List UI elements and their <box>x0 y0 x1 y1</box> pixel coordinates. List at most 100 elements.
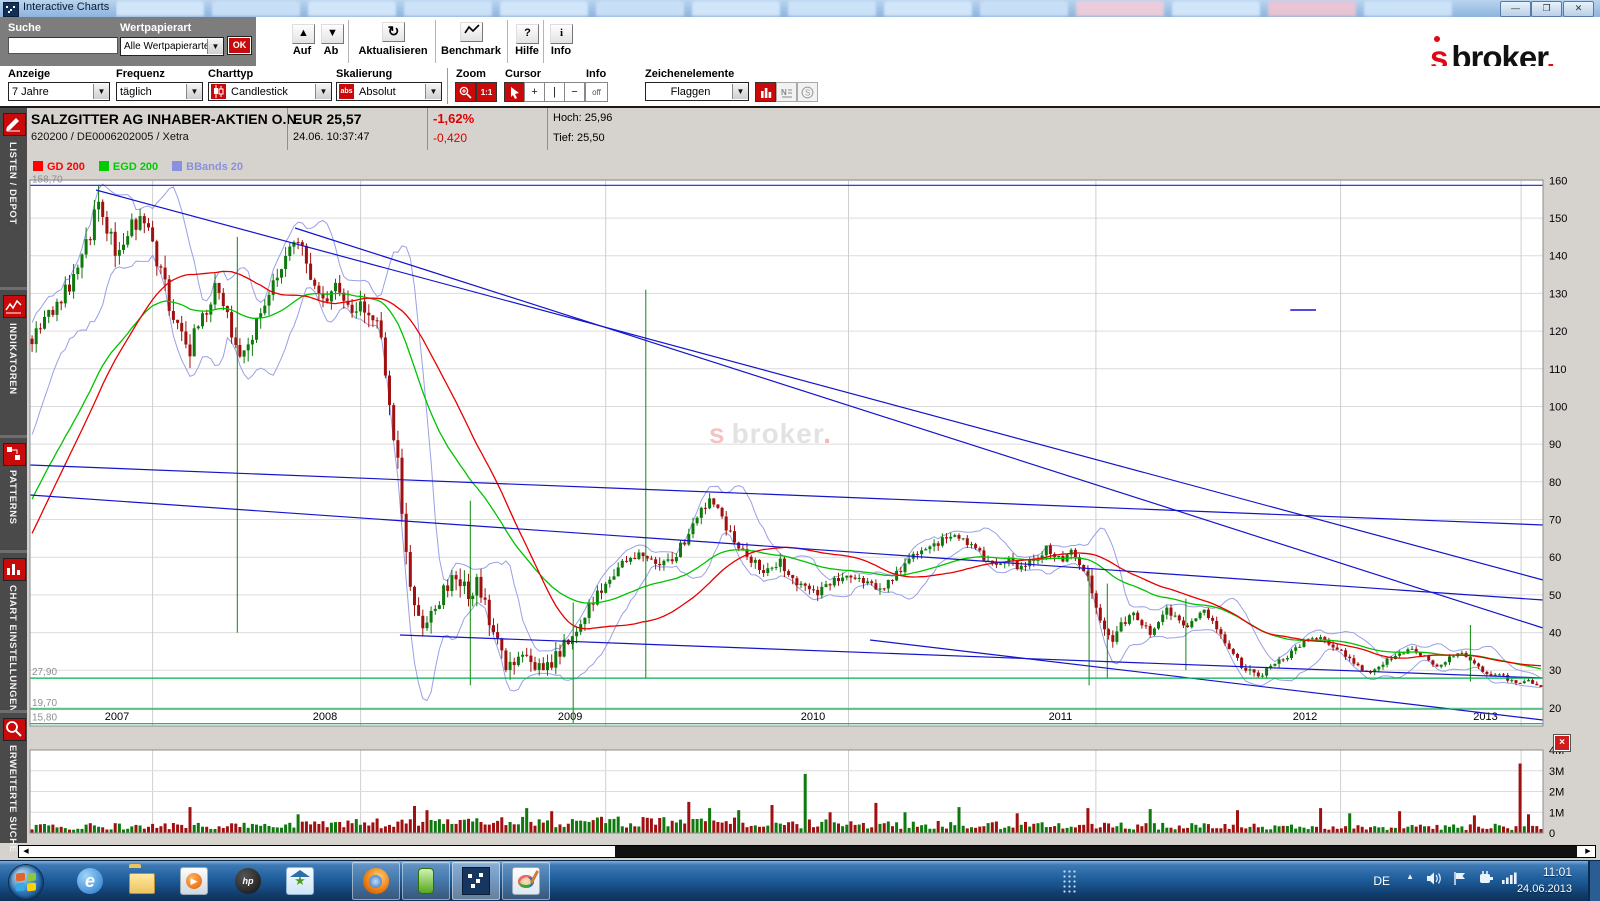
clock[interactable]: 11:01 24.06.2013 <box>1492 864 1572 898</box>
legend-bbands[interactable]: BBands 20 <box>172 161 243 173</box>
taskbar-homepage-icon[interactable]: ★ <box>276 862 324 900</box>
chart-area: 20072008200920102011201220134M3M2M1M0203… <box>27 152 1600 843</box>
sidebar-item-erweiterte-suche[interactable]: ERWEITERTE SUCHE <box>7 745 18 853</box>
close-volume-pane-icon[interactable]: × <box>1554 735 1570 751</box>
info-label: Info <box>543 45 579 57</box>
sidebar-item-indikatoren[interactable]: INDIKATOREN <box>7 323 18 395</box>
scroll-left-icon[interactable]: ◀ <box>20 846 32 857</box>
svg-text:90: 90 <box>1549 439 1561 451</box>
instrument-name: SALZGITTER AG INHABER-AKTIEN O.N. <box>31 111 300 127</box>
svg-text:27,90: 27,90 <box>32 667 57 678</box>
benchmark-label: Benchmark <box>434 45 508 57</box>
info-icon[interactable]: i <box>550 24 573 44</box>
chevron-down-icon[interactable]: ▼ <box>315 84 331 99</box>
tray-date: 24.06.2013 <box>1492 881 1572 898</box>
minimize-button[interactable]: — <box>1500 1 1531 17</box>
taskbar-paint-icon[interactable] <box>502 862 550 900</box>
cursor-hline-button[interactable]: − <box>564 82 585 102</box>
zeichenelemente-select[interactable]: Flaggen▼ <box>645 82 749 101</box>
taskbar-firefox-icon[interactable] <box>352 862 400 900</box>
search-panel: Suche Wertpapierart Alle Wertpapierarten… <box>0 17 256 66</box>
split-tool-icon[interactable]: S <box>797 82 818 102</box>
zeichenelemente-label: Zeichenelemente <box>645 68 734 80</box>
skalierung-select[interactable]: abs Absolut▼ <box>336 82 442 101</box>
scroll-up-button[interactable]: ▲ <box>292 24 315 44</box>
cursor-cross-button[interactable]: + <box>524 82 545 102</box>
background-tab <box>116 1 204 16</box>
zoom-in-icon[interactable] <box>455 82 476 102</box>
legend-swatch-red <box>33 161 43 171</box>
taskbar-interactive-charts-icon[interactable] <box>452 862 500 900</box>
cursor-vline-button[interactable]: | <box>544 82 565 102</box>
chevron-down-icon[interactable]: ▼ <box>186 84 202 99</box>
chevron-down-icon[interactable]: ▼ <box>207 39 223 54</box>
news-tool-icon[interactable]: N <box>776 82 797 102</box>
background-browser-tabs <box>116 0 1486 17</box>
close-button[interactable]: ✕ <box>1563 1 1594 17</box>
bars-tool-icon[interactable] <box>755 82 776 102</box>
info-off-toggle[interactable]: off <box>585 82 608 102</box>
system-tray: DE ▲ 11:01 24.06.2013 <box>1320 861 1600 901</box>
taskbar-chart-tool-icon[interactable] <box>402 862 450 900</box>
chart-scrollbar[interactable]: ◀ ▶ <box>18 845 1596 858</box>
chevron-down-icon[interactable]: ▼ <box>93 84 109 99</box>
start-button[interactable] <box>8 864 44 900</box>
price-volume-chart[interactable]: 20072008200920102011201220134M3M2M1M0203… <box>27 152 1600 843</box>
refresh-icon[interactable]: ↻ <box>382 22 405 42</box>
wertpapierart-select[interactable]: Alle Wertpapierarten ▼ <box>120 37 224 56</box>
chevron-down-icon[interactable]: ▼ <box>732 84 748 99</box>
background-tab <box>980 1 1068 16</box>
tray-time: 11:01 <box>1492 864 1572 881</box>
quote-timestamp: 24.06. 10:37:47 <box>293 131 369 143</box>
legend-gd200[interactable]: GD 200 <box>33 161 85 173</box>
pen-icon[interactable] <box>3 113 26 136</box>
sidebar-item-patterns[interactable]: PATTERNS <box>7 470 18 525</box>
taskbar-windows-explorer-icon[interactable] <box>118 862 166 900</box>
charttyp-select[interactable]: Candlestick▼ <box>208 82 332 101</box>
indicator-icon[interactable] <box>3 295 26 318</box>
zoom-one-to-one-button[interactable]: 1:1 <box>476 82 497 102</box>
svg-text:80: 80 <box>1549 477 1561 489</box>
legend-egd200[interactable]: EGD 200 <box>99 161 158 173</box>
scrollbar-thumb[interactable] <box>615 846 1577 857</box>
last-price: EUR 25,57 <box>293 111 361 127</box>
background-tab <box>1076 1 1164 16</box>
sidebar-item-chart-einstellungen[interactable]: CHART EINSTELLUNGEN <box>7 585 18 713</box>
sidebar-item-listen-depot[interactable]: LISTEN / DEPOT <box>7 142 18 225</box>
keyboard-language[interactable]: DE <box>1373 874 1390 888</box>
change-absolute: -0,420 <box>433 131 467 145</box>
hilfe-label: Hilfe <box>509 45 545 57</box>
scroll-down-button[interactable]: ▼ <box>321 24 344 44</box>
svg-text:2007: 2007 <box>105 711 129 723</box>
scroll-right-icon[interactable]: ▶ <box>1582 846 1594 857</box>
taskbar-internet-explorer-icon[interactable]: e <box>66 862 114 900</box>
zoom-label: Zoom <box>456 68 486 80</box>
wertpapierart-label: Wertpapierart <box>120 22 191 34</box>
anzeige-select[interactable]: 7 Jahre▼ <box>8 82 110 101</box>
cursor-arrow-icon[interactable] <box>504 82 525 102</box>
search-input[interactable] <box>8 37 118 54</box>
benchmark-icon[interactable] <box>460 22 483 42</box>
show-desktop-button[interactable] <box>1588 861 1600 901</box>
background-tab <box>692 1 780 16</box>
svg-text:2010: 2010 <box>801 711 825 723</box>
chevron-down-icon[interactable]: ▼ <box>425 84 441 99</box>
magnifier-icon[interactable] <box>3 718 26 741</box>
background-tab <box>1268 1 1356 16</box>
windows-taskbar: e ▶hp★ DE ▲ 11:01 24.06.2013 <box>0 860 1600 901</box>
volume-icon[interactable] <box>1426 871 1442 889</box>
help-icon[interactable]: ? <box>516 24 539 44</box>
svg-text:150: 150 <box>1549 213 1567 225</box>
restore-button[interactable]: ❐ <box>1531 1 1562 17</box>
svg-text:0: 0 <box>1549 828 1555 840</box>
pattern-icon[interactable] <box>3 443 26 466</box>
action-center-flag-icon[interactable] <box>1453 871 1468 889</box>
tray-expand-icon[interactable]: ▲ <box>1406 872 1414 881</box>
ok-button[interactable]: OK <box>228 37 251 54</box>
background-tab <box>212 1 300 16</box>
frequenz-select[interactable]: täglich▼ <box>116 82 203 101</box>
taskbar-media-player-icon[interactable]: ▶ <box>170 862 218 900</box>
svg-text:2008: 2008 <box>313 711 337 723</box>
chart-settings-icon[interactable] <box>3 558 26 581</box>
taskbar-hp-icon[interactable]: hp <box>224 862 272 900</box>
